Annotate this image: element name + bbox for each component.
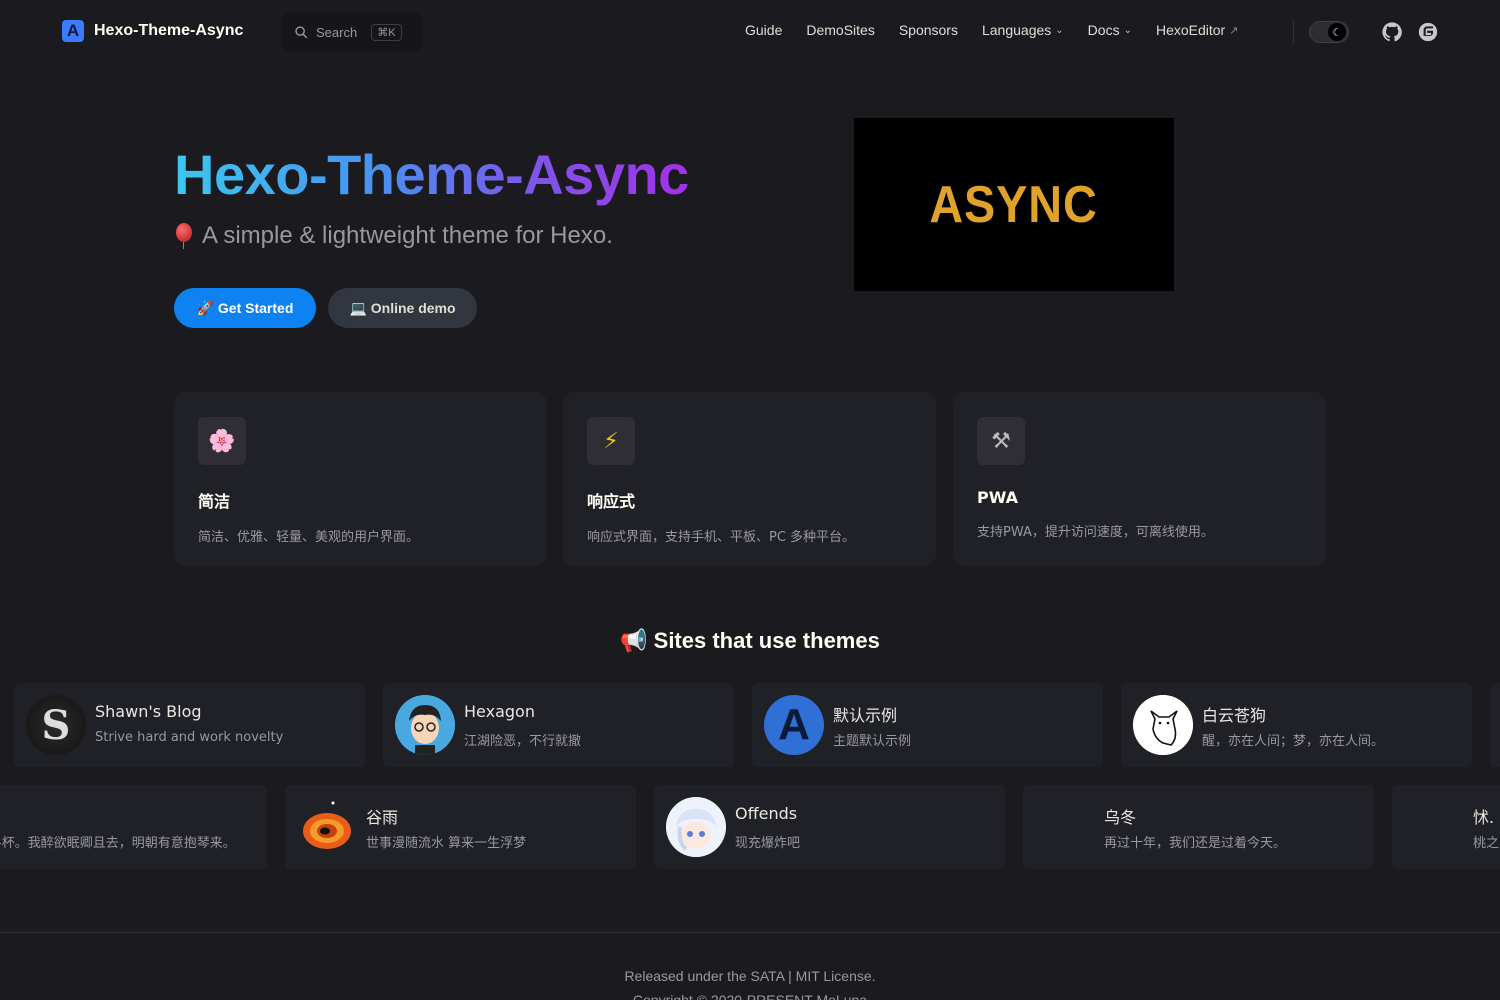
blossom-icon: 🌸 [198,417,246,465]
external-link-icon: ↗ [1229,24,1239,37]
top-nav: A Hexo-Theme-Async Search ⌘K Guide DemoS… [0,0,1500,64]
hero-tagline-text: A simple & lightweight theme for Hexo. [202,222,613,249]
site-card[interactable]: A 默认示例 主题默认示例 [752,683,1103,767]
site-name: Shawn's Blog [95,702,202,721]
site-description: Strive hard and work novelty [95,730,284,745]
site-card[interactable]: 怵. 桃之 [1392,785,1500,869]
site-name: 乌冬 [1104,808,1137,827]
feature-description: 响应式界面，支持手机、平板、PC 多种平台。 [587,530,856,545]
site-card[interactable]: 白云苍狗 醒，亦在人间；梦，亦在人间。 [1121,683,1472,767]
hero-logo-text: ASYNC [929,175,1099,234]
hammer-pick-icon: ⚒ [977,417,1025,465]
footer-divider [0,932,1500,933]
feature-title: 简洁 [198,492,231,511]
site-card[interactable]: 乌冬 再过十年，我们还是过着今天。 [1023,785,1374,869]
site-description: 醒，亦在人间；梦，亦在人间。 [1202,734,1385,749]
get-started-button[interactable]: 🚀 Get Started [174,288,316,328]
github-link[interactable] [1382,22,1402,42]
hero-title: Hexo-Theme-Async [174,143,689,206]
nav-item-guide[interactable]: Guide [745,22,782,38]
feature-title: PWA [977,488,1019,507]
site-name: 白云苍狗 [1202,706,1267,725]
search-shortcut: ⌘K [371,23,402,41]
site-card[interactable] [1490,683,1500,767]
site-description: 江湖险恶，不行就撤 [464,734,582,749]
site-card[interactable]: Hexagon 江湖险恶，不行就撤 [383,683,734,767]
nav-menu: Guide DemoSites Sponsors Languages ⌄ Docs… [745,22,1238,38]
balloon-icon [174,223,194,249]
brand-name: Hexo-Theme-Async [94,22,244,39]
sites-section-title: 📢 Sites that use themes [620,628,880,653]
footer-license: Released under the SATA | MIT License. [624,968,876,984]
sites-row: S Shawn's Blog Strive hard and work nove… [0,683,1500,767]
nav-item-demosites[interactable]: DemoSites [806,22,874,38]
avatar: S [26,695,86,755]
feature-description: 简洁、优雅、轻量、美观的用户界面。 [198,530,420,545]
sites-row: -杯。我醉欲眠卿且去，明朝有意抱琴来。 谷雨 世事漫随流水 算来一生浮梦 Off… [0,785,1500,869]
async-logo-icon: A [62,20,84,42]
site-description: 再过十年，我们还是过着今天。 [1104,836,1287,851]
footer-copyright: Copyright © 2020-PRESENT MeLuna [632,992,868,1000]
nav-item-sponsors[interactable]: Sponsors [899,22,958,38]
site-description: 世事漫随流水 算来一生浮梦 [366,836,527,851]
site-name: 谷雨 [366,808,399,827]
site-card[interactable]: S Shawn's Blog Strive hard and work nove… [14,683,365,767]
nav-item-label: Languages [981,22,1052,38]
avatar [395,695,455,755]
site-name: Hexagon [464,702,535,721]
site-name: 默认示例 [833,706,898,725]
moon-icon: ☾ [1328,23,1346,41]
nav-item-label: Docs [1087,22,1120,38]
online-demo-button[interactable]: 💻 Online demo [328,288,477,328]
site-name: Offends [735,804,798,823]
search-button[interactable]: Search ⌘K [282,12,422,52]
site-name: 怵. [1473,808,1495,827]
feature-card: 🌸 简洁 简洁、优雅、轻量、美观的用户界面。 [174,392,547,566]
feature-description: 支持PWA，提升访问速度，可离线使用。 [977,525,1214,540]
nav-item-docs[interactable]: Docs ⌄ [1088,22,1132,38]
feature-card: ⚡ 响应式 响应式界面，支持手机、平板、PC 多种平台。 [563,392,936,566]
nav-divider [1293,20,1294,44]
nav-item-label: DemoSites [806,22,875,38]
brand-link[interactable]: A Hexo-Theme-Async [62,20,243,42]
nav-item-label: Sponsors [898,22,958,38]
site-description: 桃之 [1473,836,1500,851]
search-label: Search [316,24,358,40]
nav-item-label: Guide [745,22,783,38]
dark-mode-toggle[interactable]: ☾ [1309,21,1349,43]
nav-item-hexoeditor[interactable]: HexoEditor ↗ [1156,22,1238,38]
feature-card: ⚒ PWA 支持PWA，提升访问速度，可离线使用。 [953,392,1326,566]
nav-item-languages[interactable]: Languages ⌄ [982,22,1064,38]
lightning-icon: ⚡ [587,417,635,465]
site-card[interactable]: Offends 现充爆炸吧 [654,785,1005,869]
site-description: 现充爆炸吧 [735,836,801,851]
avatar [1133,695,1193,755]
avatar [666,797,726,857]
avatar [297,797,357,857]
site-description: -杯。我醉欲眠卿且去，明朝有意抱琴来。 [0,836,236,851]
github-icon [1382,22,1402,42]
gitee-link[interactable] [1418,22,1438,42]
gitee-icon [1418,22,1438,42]
search-icon [295,26,308,39]
hero-tagline: A simple & lightweight theme for Hexo. [174,222,613,250]
chevron-down-icon: ⌄ [1055,24,1064,36]
site-description: 主题默认示例 [833,734,912,749]
chevron-down-icon: ⌄ [1123,24,1132,36]
site-card[interactable]: -杯。我醉欲眠卿且去，明朝有意抱琴来。 [0,785,267,869]
feature-title: 响应式 [587,492,636,511]
site-card[interactable]: 谷雨 世事漫随流水 算来一生浮梦 [285,785,636,869]
hero-logo-image: ASYNC [854,118,1174,291]
avatar: A [764,695,824,755]
nav-item-label: HexoEditor [1155,22,1226,38]
